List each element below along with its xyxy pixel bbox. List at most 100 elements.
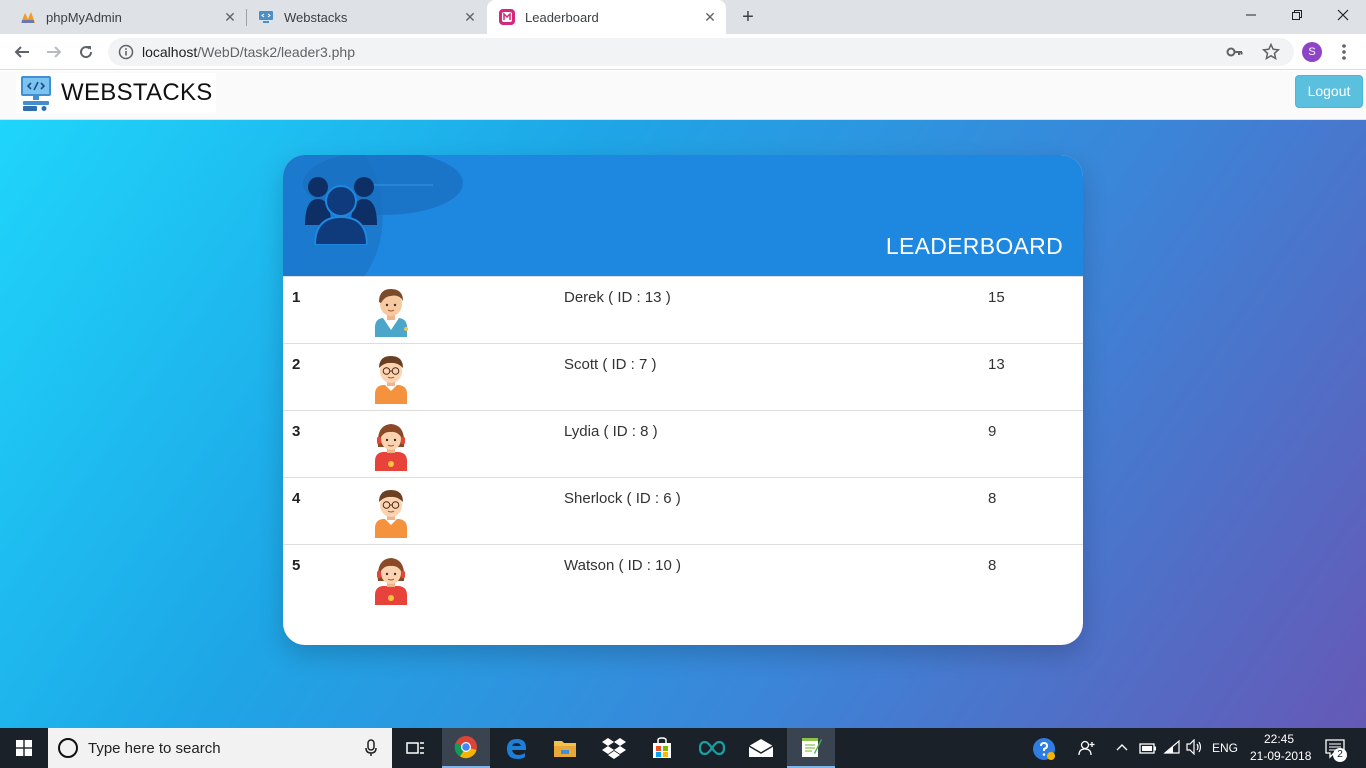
leaderboard-title: LEADERBOARD xyxy=(885,233,1063,259)
player-score: 9 xyxy=(988,423,997,440)
address-bar[interactable]: localhost/WebD/task2/leader3.php xyxy=(108,38,1294,66)
site-navbar: WEBSTACKS Logout xyxy=(0,71,1366,120)
taskbar-dropbox[interactable] xyxy=(590,728,638,768)
logout-button[interactable]: Logout xyxy=(1295,75,1363,108)
task-view-icon xyxy=(406,742,424,754)
webstacks-icon xyxy=(259,11,273,23)
tab-label: Webstacks xyxy=(284,9,348,25)
page-viewport: WEBSTACKS Logout LEADERBOARD 1 Derek (I… xyxy=(0,71,1366,728)
store-icon xyxy=(653,737,671,758)
search-placeholder: Type here to search xyxy=(88,740,221,757)
tab-webstacks[interactable]: Webstacks ✕ xyxy=(238,0,486,34)
taskbar-arduino[interactable] xyxy=(688,728,736,768)
brand-logo-link[interactable]: WEBSTACKS xyxy=(16,73,216,113)
clock-date[interactable]: 21-09-2018 xyxy=(1250,749,1311,763)
player-score: 8 xyxy=(988,490,997,507)
rank: 3 xyxy=(292,423,301,440)
close-tab-icon[interactable]: ✕ xyxy=(222,9,238,25)
notepad-icon xyxy=(802,738,822,757)
url-text: localhost/WebD/task2/leader3.php xyxy=(142,44,355,60)
notification-badge: 2 xyxy=(1333,748,1347,762)
tab-label: phpMyAdmin xyxy=(46,9,122,25)
clock-time[interactable]: 22:45 xyxy=(1264,732,1294,746)
player-name: Scott ( ID : 7 ) xyxy=(564,356,657,373)
player-name: Sherlock ( ID : 6 ) xyxy=(564,490,681,507)
info-icon[interactable] xyxy=(118,44,134,60)
windows-logo-icon xyxy=(16,740,32,756)
close-tab-icon[interactable]: ✕ xyxy=(702,9,718,25)
restore-button[interactable] xyxy=(1274,0,1320,30)
boy-glasses-icon xyxy=(375,356,407,404)
leaderboard-row: 3 Lydia ( ID : 8 ) 9 xyxy=(283,410,1083,477)
volume-icon[interactable] xyxy=(1186,739,1204,755)
leaderboard-row: 4 Sherlock ( ID : 6 ) 8 xyxy=(283,477,1083,544)
rank: 2 xyxy=(292,356,301,373)
arrow-right-icon xyxy=(47,46,62,58)
reload-button[interactable] xyxy=(74,40,98,64)
leaderboard-row: 5 Watson ( ID : 10 ) 8 xyxy=(283,544,1083,611)
monitor-code-icon xyxy=(21,76,51,111)
microphone-icon[interactable] xyxy=(364,739,378,757)
taskbar-edge[interactable] xyxy=(492,728,540,768)
task-view-button[interactable] xyxy=(392,728,440,768)
girl-red-icon xyxy=(375,558,407,605)
restore-icon xyxy=(1292,10,1302,20)
key-icon[interactable] xyxy=(1226,44,1244,60)
reload-icon xyxy=(80,46,93,59)
girl-red-icon xyxy=(375,424,407,471)
player-name: Lydia ( ID : 8 ) xyxy=(564,423,658,440)
phpmyadmin-icon xyxy=(21,12,35,23)
taskbar-notepad[interactable] xyxy=(787,728,835,768)
minimize-button[interactable] xyxy=(1228,0,1274,30)
close-icon xyxy=(1337,9,1349,21)
edge-icon xyxy=(507,739,526,759)
brand-name: WEBSTACKS xyxy=(61,79,213,106)
arrow-left-icon xyxy=(14,46,29,58)
people-icon[interactable] xyxy=(1078,740,1096,756)
dropbox-icon xyxy=(602,738,626,759)
forward-button[interactable] xyxy=(42,40,66,64)
minimize-icon xyxy=(1246,14,1256,16)
close-window-button[interactable] xyxy=(1320,0,1366,30)
taskbar-search-box[interactable]: Type here to search xyxy=(48,728,392,768)
chrome-icon xyxy=(454,736,477,759)
cortana-icon xyxy=(58,738,78,758)
help-icon[interactable] xyxy=(1032,737,1056,761)
star-icon[interactable] xyxy=(1262,43,1280,61)
back-button[interactable] xyxy=(10,40,34,64)
chevron-up-icon[interactable] xyxy=(1116,742,1128,752)
rank: 4 xyxy=(292,490,301,507)
close-tab-icon[interactable]: ✕ xyxy=(462,9,478,25)
player-name: Watson ( ID : 10 ) xyxy=(564,557,681,574)
leaderboard-row: 1 Derek ( ID : 13 ) 15 xyxy=(283,276,1083,343)
wifi-icon[interactable] xyxy=(1163,739,1181,755)
leaderboard-row: 2 Scott ( ID : 7 ) 13 xyxy=(283,343,1083,410)
leaderboard-header: LEADERBOARD xyxy=(283,155,1083,277)
url-host: localhost xyxy=(142,44,198,60)
profile-avatar[interactable]: S xyxy=(1302,42,1322,62)
rank: 1 xyxy=(292,289,301,306)
browser-toolbar: localhost/WebD/task2/leader3.php S xyxy=(0,34,1366,70)
new-tab-button[interactable]: + xyxy=(736,6,760,28)
player-score: 15 xyxy=(988,289,1005,306)
infinity-icon xyxy=(699,741,725,755)
boy-green-icon xyxy=(375,289,408,337)
taskbar-store[interactable] xyxy=(638,728,686,768)
taskbar-chrome[interactable] xyxy=(442,728,490,768)
taskbar-mail[interactable] xyxy=(737,728,785,768)
tab-leaderboard[interactable]: Leaderboard ✕ xyxy=(487,0,726,34)
battery-icon[interactable] xyxy=(1139,741,1157,755)
tab-label: Leaderboard xyxy=(525,9,599,25)
mail-icon xyxy=(748,739,774,757)
start-button[interactable] xyxy=(0,728,48,768)
language-indicator[interactable]: ENG xyxy=(1212,741,1238,755)
player-score: 13 xyxy=(988,356,1005,373)
tab-phpmyadmin[interactable]: phpMyAdmin ✕ xyxy=(0,0,246,34)
taskbar-file-explorer[interactable] xyxy=(541,728,589,768)
player-name: Derek ( ID : 13 ) xyxy=(564,289,671,306)
users-group-icon xyxy=(305,177,377,245)
menu-dots-icon[interactable] xyxy=(1336,42,1352,62)
folder-icon xyxy=(554,741,576,757)
rank: 5 xyxy=(292,557,301,574)
boy-glasses-icon xyxy=(375,490,407,538)
